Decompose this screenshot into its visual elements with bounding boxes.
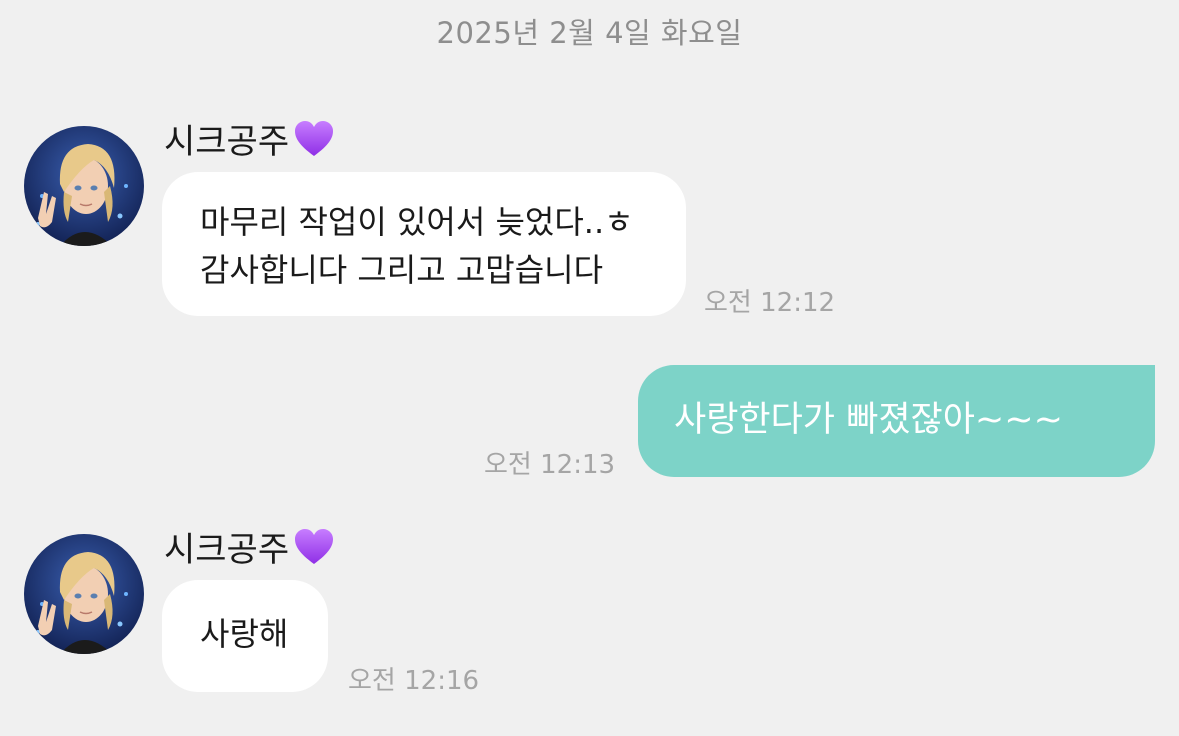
sender-avatar[interactable] — [24, 126, 144, 246]
sender-name: 시크공주 — [164, 522, 335, 571]
sender-name-text: 시크공주 — [164, 530, 290, 570]
purple-heart-icon — [293, 526, 335, 568]
message-text-line: 마무리 작업이 있어서 늦었다..ㅎ — [200, 203, 634, 241]
message-bubble-incoming[interactable]: 마무리 작업이 있어서 늦었다..ㅎ 감사합니다 그리고 고맙습니다 — [162, 172, 686, 316]
message-bubble-outgoing[interactable]: 사랑한다가 빠졌잖아~~~ — [638, 365, 1155, 477]
sender-name: 시크공주 — [164, 114, 335, 163]
message-text-line: 사랑한다가 빠졌잖아~~~ — [674, 400, 1063, 440]
message-timestamp: 오전 12:16 — [348, 666, 480, 696]
message-text-line: 사랑해 — [200, 615, 289, 653]
purple-heart-icon — [293, 118, 335, 160]
sender-name-text: 시크공주 — [164, 122, 290, 162]
message-text-line: 감사합니다 그리고 고맙습니다 — [200, 251, 604, 289]
date-divider: 2025년 2월 4일 화요일 — [436, 16, 743, 50]
avatar-image — [24, 126, 144, 246]
sender-avatar[interactable] — [24, 534, 144, 654]
avatar-image — [24, 534, 144, 654]
message-bubble-incoming[interactable]: 사랑해 — [162, 580, 328, 692]
message-timestamp: 오전 12:12 — [704, 288, 836, 318]
message-timestamp: 오전 12:13 — [484, 450, 616, 480]
